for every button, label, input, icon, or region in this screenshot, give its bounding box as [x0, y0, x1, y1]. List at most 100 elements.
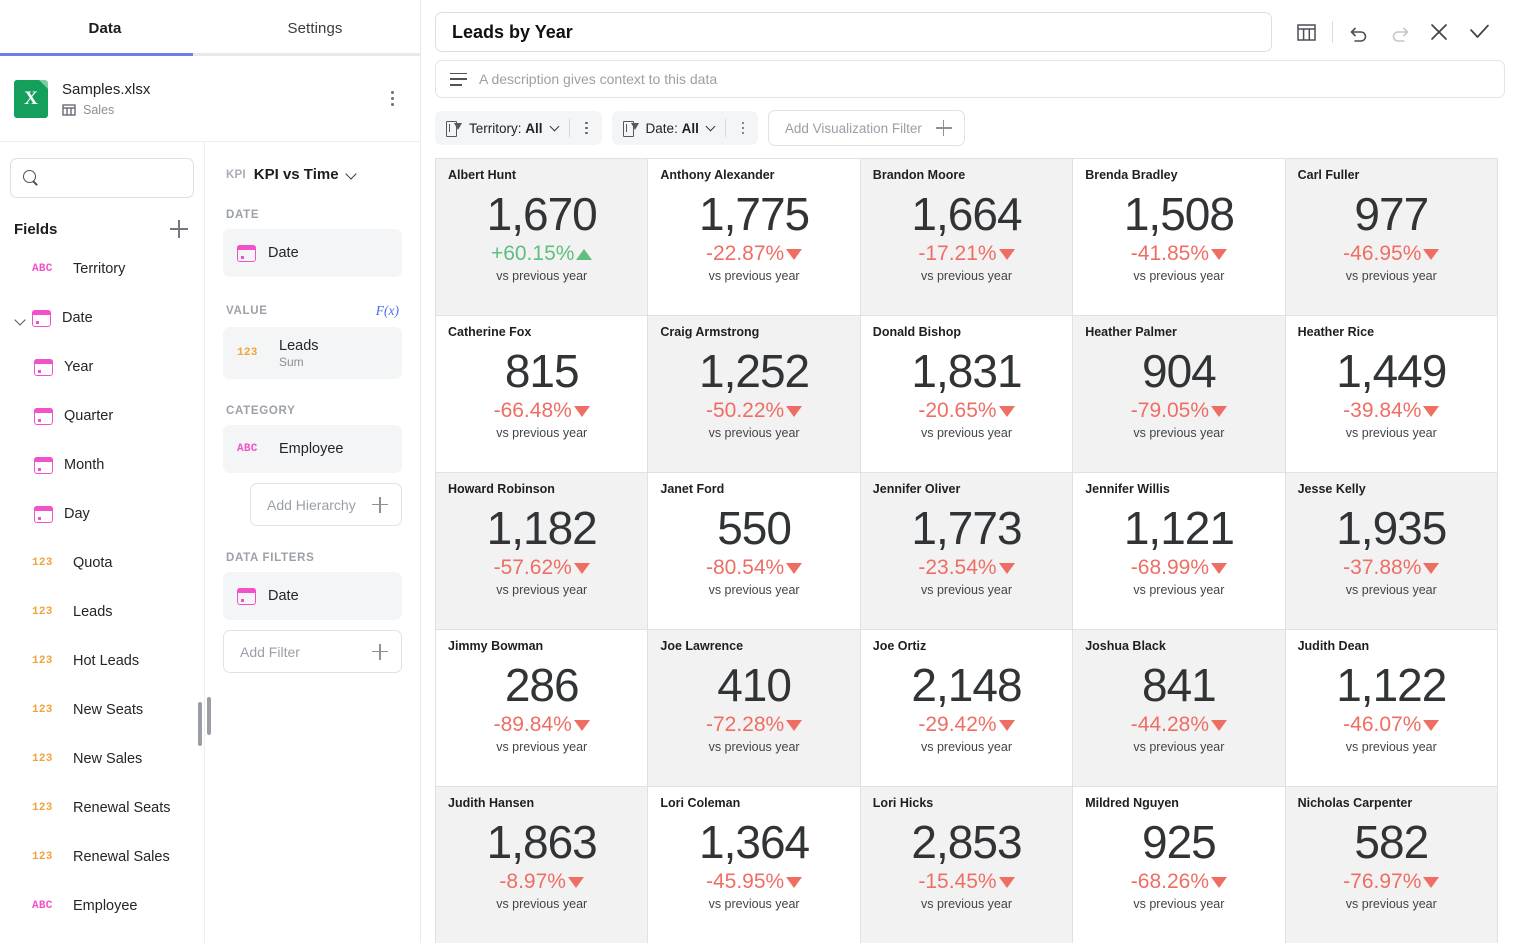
- kpi-card-comparison-label: vs previous year: [496, 897, 588, 911]
- chip-divider: [568, 119, 570, 137]
- kpi-card[interactable]: Catherine Fox 815 -66.48% vs previous year: [436, 316, 649, 473]
- kpi-card-comparison-label: vs previous year: [708, 426, 800, 440]
- kpi-card-delta-value: -68.26%: [1130, 870, 1209, 893]
- field-item-month[interactable]: Month: [0, 440, 204, 489]
- kpi-card-delta-value: -76.97%: [1343, 870, 1422, 893]
- field-item-renewal-seats[interactable]: 123 Renewal Seats: [0, 783, 204, 832]
- field-item-date[interactable]: Date: [0, 293, 204, 342]
- category-field-pill[interactable]: ABC Employee: [223, 425, 402, 473]
- tab-data[interactable]: Data: [0, 0, 210, 56]
- kpi-card[interactable]: Nicholas Carpenter 582 -76.97% vs previous …: [1285, 787, 1498, 943]
- confirm-icon[interactable]: [1459, 12, 1499, 52]
- kpi-card[interactable]: Joshua Black 841 -44.28% vs previous year: [1073, 630, 1286, 787]
- kpi-card-delta-value: -8.97%: [499, 870, 566, 893]
- kpi-card[interactable]: Jesse Kelly 1,935 -37.88% vs previous year: [1285, 473, 1498, 630]
- kpi-card[interactable]: Jennifer Willis 1,121 -68.99% vs previous y…: [1073, 473, 1286, 630]
- field-item-day[interactable]: Day: [0, 489, 204, 538]
- kpi-card-delta: -79.05%: [1131, 398, 1227, 424]
- kpi-card[interactable]: Jimmy Bowman 286 -89.84% vs previous year: [436, 630, 649, 787]
- kpi-card[interactable]: Jennifer Oliver 1,773 -23.54% vs previous y…: [860, 473, 1074, 630]
- filter-chip-territory-more-icon[interactable]: [578, 121, 596, 135]
- chevron-down-icon[interactable]: [551, 123, 561, 133]
- number-type-icon: 123: [32, 850, 53, 863]
- field-item-employee[interactable]: ABC Employee: [0, 881, 204, 930]
- kpi-card-comparison-label: vs previous year: [920, 426, 1012, 440]
- kpi-card[interactable]: Craig Armstrong 1,252 -50.22% vs previous y…: [648, 316, 861, 473]
- field-item-year[interactable]: Year: [0, 342, 204, 391]
- add-hierarchy-button[interactable]: Add Hierarchy: [250, 483, 402, 526]
- add-field-icon[interactable]: [170, 220, 188, 238]
- kpi-type-row[interactable]: KPI KPI vs Time: [223, 142, 402, 183]
- field-item-new-sales[interactable]: 123 New Sales: [0, 734, 204, 783]
- table-view-icon[interactable]: [1286, 12, 1326, 52]
- data-filter-label: Date: [268, 588, 299, 604]
- add-filter-button[interactable]: Add Filter: [223, 630, 402, 673]
- close-icon[interactable]: [1419, 12, 1459, 52]
- field-item-hot-leads[interactable]: 123 Hot Leads: [0, 636, 204, 685]
- kpi-card[interactable]: Heather Palmer 904 -79.05% vs previous year: [1073, 316, 1286, 473]
- date-field-pill[interactable]: Date: [223, 229, 402, 277]
- kpi-card[interactable]: Albert Hunt 1,670 +60.15% vs previous year: [436, 159, 649, 316]
- config-scrollbar-thumb[interactable]: [207, 697, 211, 735]
- data-filter-pill[interactable]: Date: [223, 572, 402, 620]
- formula-button[interactable]: F(x): [376, 303, 399, 319]
- toolbar-divider: [1332, 21, 1333, 43]
- field-item-renewal-sales[interactable]: 123 Renewal Sales: [0, 832, 204, 881]
- kpi-card[interactable]: Brenda Bradley 1,508 -41.85% vs previous ye…: [1073, 159, 1286, 316]
- kpi-card-comparison-label: vs previous year: [920, 269, 1012, 283]
- kpi-card-comparison-label: vs previous year: [496, 583, 588, 597]
- field-item-new-seats[interactable]: 123 New Seats: [0, 685, 204, 734]
- filter-chip-date[interactable]: Date: All: [611, 111, 758, 145]
- field-item-quota[interactable]: 123 Quota: [0, 538, 204, 587]
- kpi-card[interactable]: Heather Rice 1,449 -39.84% vs previous year: [1285, 316, 1498, 473]
- kpi-card[interactable]: Donald Bishop 1,831 -20.65% vs previous yea…: [860, 316, 1074, 473]
- kpi-card[interactable]: Judith Hansen 1,863 -8.97% vs previous year: [436, 787, 649, 943]
- kpi-card[interactable]: Janet Ford 550 -80.54% vs previous year: [648, 473, 861, 630]
- add-visualization-filter-button[interactable]: Add Visualization Filter: [767, 110, 965, 146]
- kpi-card-delta: -20.65%: [918, 398, 1015, 424]
- field-item-quarter[interactable]: Quarter: [0, 391, 204, 440]
- tab-settings[interactable]: Settings: [210, 0, 420, 56]
- tab-underline: [0, 53, 420, 56]
- kpi-card-body: 1,182 -57.62% vs previous year: [448, 497, 635, 629]
- filter-chip-territory[interactable]: Territory: All: [435, 111, 602, 145]
- field-item-territory[interactable]: ABC Territory: [0, 244, 204, 293]
- kpi-card[interactable]: Joe Lawrence 410 -72.28% vs previous year: [648, 630, 861, 787]
- kpi-card[interactable]: Anthony Alexander 1,775 -22.87% vs previous…: [648, 159, 861, 316]
- kpi-card-comparison-label: vs previous year: [708, 740, 800, 754]
- plus-icon: [372, 496, 388, 513]
- kpi-card[interactable]: Lori Coleman 1,364 -45.95% vs previous year: [648, 787, 861, 943]
- kpi-card-value: 1,863: [486, 816, 598, 868]
- kpi-card[interactable]: Howard Robinson 1,182 -57.62% vs previous y…: [436, 473, 649, 630]
- description-input[interactable]: A description gives context to this data: [435, 60, 1505, 98]
- kpi-card-comparison-label: vs previous year: [1133, 897, 1225, 911]
- kpi-card-comparison-label: vs previous year: [708, 583, 800, 597]
- kpi-card-body: 1,773 -23.54% vs previous year: [873, 497, 1060, 629]
- search-input[interactable]: [47, 170, 204, 186]
- kpi-card[interactable]: Brandon Moore 1,664 -17.21% vs previous yea…: [860, 159, 1074, 316]
- kpi-card[interactable]: Mildred Nguyen 925 -68.26% vs previous year: [1073, 787, 1286, 943]
- undo-icon[interactable]: [1339, 12, 1379, 52]
- field-item-leads[interactable]: 123 Leads: [0, 587, 204, 636]
- fields-scrollbar-thumb[interactable]: [198, 702, 202, 746]
- chevron-down-icon[interactable]: [707, 123, 717, 133]
- kpi-card[interactable]: Joe Ortiz 2,148 -29.42% vs previous year: [860, 630, 1074, 787]
- trend-down-icon: [786, 405, 803, 417]
- kpi-card-value: 1,252: [699, 345, 810, 397]
- field-item-label: Month: [64, 456, 105, 473]
- trend-down-icon: [1423, 719, 1440, 731]
- kpi-card-comparison-label: vs previous year: [920, 583, 1012, 597]
- search-box[interactable]: [10, 158, 204, 198]
- left-panel: Data Settings X Samples.xlsx Sales Field…: [0, 0, 420, 943]
- datasource-more-icon[interactable]: [382, 91, 402, 106]
- kpi-card[interactable]: Judith Dean 1,122 -46.07% vs previous year: [1285, 630, 1498, 787]
- kpi-card[interactable]: Carl Fuller 977 -46.95% vs previous year: [1285, 159, 1498, 316]
- filter-chip-date-more-icon[interactable]: [734, 121, 752, 135]
- value-field-pill[interactable]: 123 Leads Sum: [223, 327, 402, 379]
- kpi-card-body: 582 -76.97% vs previous year: [1298, 811, 1485, 943]
- datasource-row[interactable]: X Samples.xlsx Sales: [0, 56, 420, 142]
- visualization-title-input[interactable]: [435, 12, 1272, 52]
- kpi-card[interactable]: Lori Hicks 2,853 -15.45% vs previous year: [860, 787, 1074, 943]
- kpi-card-delta: -44.28%: [1131, 712, 1227, 738]
- chevron-down-icon[interactable]: [347, 169, 358, 180]
